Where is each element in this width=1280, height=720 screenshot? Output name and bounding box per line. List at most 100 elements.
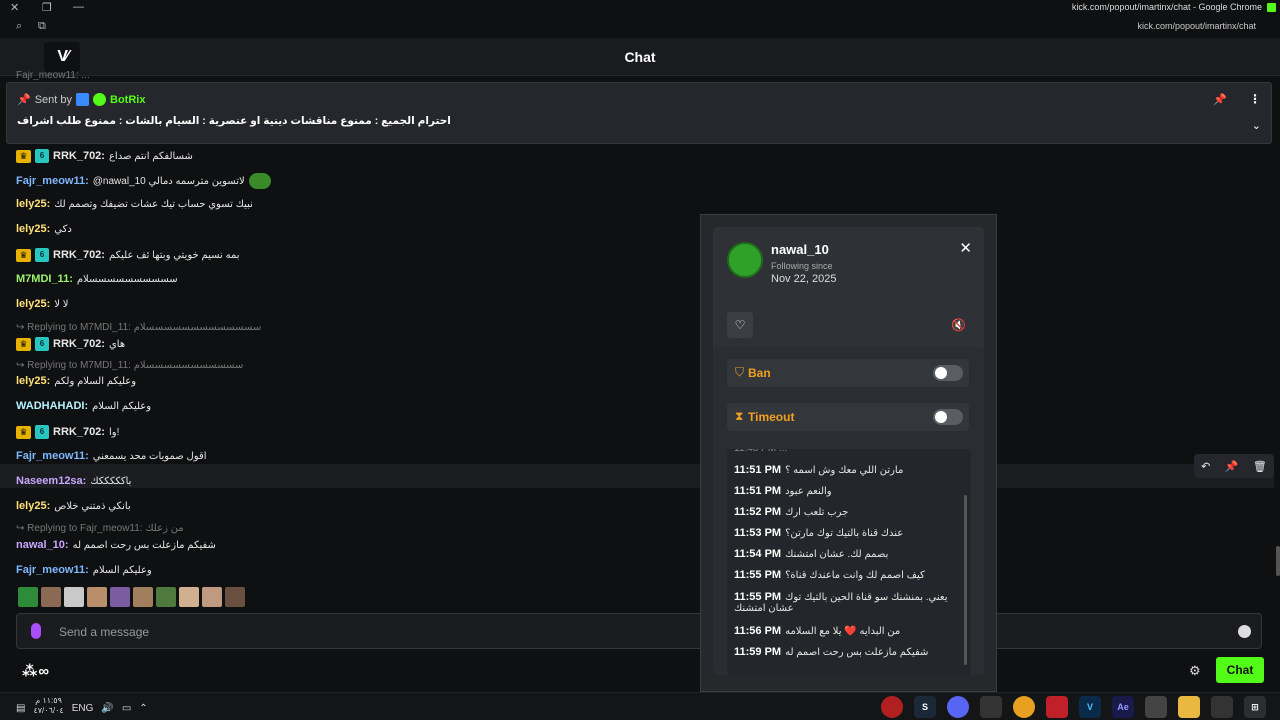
- more-options-icon[interactable]: ⋮: [1249, 92, 1261, 106]
- chat-message[interactable]: Fajr_meow11: @nawal_10 لاتسوين مترسمه دما…: [16, 173, 271, 189]
- emote-face-1[interactable]: [41, 587, 61, 607]
- chat-message[interactable]: ♛ 6 RRK_702: وا!: [16, 425, 119, 439]
- chat-message[interactable]: ♛ 6 RRK_702: شسالفكم انتم صداع: [16, 149, 193, 163]
- clock-date: ٤٧/٠٦/٠٤: [33, 706, 64, 715]
- chevron-up-icon[interactable]: ⌃: [139, 703, 147, 714]
- notification-icon[interactable]: ▤: [16, 703, 25, 714]
- chat-message[interactable]: ♛ 6 RRK_702: بمه نسيم خويتي وبتها ئف عليكم: [16, 248, 240, 262]
- browser-titlebar: ✕ ❐ — kick.com/popout/imartinx/chat - Go…: [0, 0, 1280, 16]
- emote-face-6[interactable]: [179, 587, 199, 607]
- chat-username[interactable]: nawal_10:: [16, 539, 69, 551]
- folder-icon[interactable]: [1178, 696, 1200, 718]
- close-window-icon[interactable]: ✕: [10, 1, 19, 14]
- chat-message[interactable]: WADHAHADI: وعليكم السلام: [16, 400, 151, 412]
- chat-username[interactable]: Fajr_meow11:: [16, 564, 89, 576]
- follow-heart-icon[interactable]: ♡: [727, 312, 753, 338]
- chat-username[interactable]: RRK_702:: [53, 426, 105, 438]
- send-chat-button[interactable]: Chat: [1216, 657, 1264, 683]
- emote-pepe[interactable]: [18, 587, 38, 607]
- emote-cat[interactable]: [64, 587, 84, 607]
- reply-context[interactable]: ↪ Replying to Fajr_meow11: من زعلك: [16, 523, 184, 534]
- chat-message[interactable]: nawal_10: شفيكم مازعلت بس رحت اصمم له: [16, 539, 216, 551]
- mic-icon[interactable]: [31, 623, 41, 639]
- chat-username[interactable]: lely25:: [16, 500, 50, 512]
- chat-username[interactable]: Fajr_meow11:: [16, 175, 89, 187]
- chat-message[interactable]: lely25: وعليكم السلام ولكم: [16, 375, 136, 387]
- chat-message[interactable]: Fajr_meow11: وعليكم السلام: [16, 564, 152, 576]
- close-icon[interactable]: ✕: [959, 239, 972, 257]
- chat-username[interactable]: RRK_702:: [53, 249, 105, 261]
- chrome-icon[interactable]: [1013, 696, 1035, 718]
- chat-username[interactable]: lely25:: [16, 223, 50, 235]
- restore-window-icon[interactable]: ❐: [42, 1, 52, 14]
- kick-points-icon[interactable]: ⁂∞: [22, 662, 50, 680]
- chat-username[interactable]: lely25:: [16, 298, 50, 310]
- emote-face-4[interactable]: [133, 587, 153, 607]
- timeout-row: ⧗ Timeout: [727, 403, 969, 431]
- chat-username[interactable]: M7MDI_11:: [16, 273, 73, 285]
- avatar[interactable]: [727, 242, 763, 278]
- network-icon[interactable]: ▭: [122, 703, 131, 714]
- chat-message[interactable]: Fajr_meow11: اقول صمويات محد يسمعني: [16, 450, 207, 462]
- v-app-icon[interactable]: V: [1079, 696, 1101, 718]
- store-icon[interactable]: [1145, 696, 1167, 718]
- chat-username[interactable]: lely25:: [16, 198, 50, 210]
- chat-message[interactable]: M7MDI_11: سسسسسسسسسسلام: [16, 273, 178, 285]
- history-scrollbar[interactable]: [964, 495, 967, 665]
- history-message: 11:51 PM والنعم عبود: [734, 485, 832, 497]
- pin-message-icon[interactable]: 📌: [1225, 460, 1239, 473]
- pinned-message[interactable]: 📌 Sent by BotRix احترام الجميع : ممنوع م…: [6, 82, 1272, 144]
- chat-message[interactable]: lely25: لا لا: [16, 298, 68, 310]
- chat-text: وا!: [108, 426, 120, 438]
- timeout-toggle[interactable]: [933, 409, 963, 425]
- url-text[interactable]: kick.com/popout/imartinx/chat: [1137, 21, 1256, 31]
- emote-face-3[interactable]: [110, 587, 130, 607]
- reply-icon[interactable]: ↶: [1201, 460, 1210, 473]
- app-icon-2[interactable]: [980, 696, 1002, 718]
- clock[interactable]: ١١:٥٩ م ٤٧/٠٦/٠٤: [33, 696, 63, 716]
- gear-icon[interactable]: ⚙: [1189, 663, 1201, 679]
- unpin-icon[interactable]: 📌: [1213, 93, 1227, 106]
- message-input[interactable]: [59, 622, 1209, 642]
- steam-icon[interactable]: S: [914, 696, 936, 718]
- minimize-window-icon[interactable]: —: [73, 1, 84, 13]
- emote-face-2[interactable]: [87, 587, 107, 607]
- reply-context[interactable]: ↪ Replying to M7MDI_11: سسسسسسسسسسسلام: [16, 360, 243, 371]
- volume-icon[interactable]: 🔊: [101, 703, 113, 714]
- after-effects-icon[interactable]: Ae: [1112, 696, 1134, 718]
- chat-username[interactable]: RRK_702:: [53, 338, 105, 350]
- chat-username[interactable]: Naseem12sa:: [16, 475, 86, 487]
- chat-message[interactable]: Naseem12sa: باكككككك: [16, 475, 131, 487]
- crown-badge-icon: ♛: [16, 425, 31, 439]
- reply-context[interactable]: ↪ Replying to M7MDI_11: سسسسسسسسسسسسسلام: [16, 322, 261, 333]
- app-icon-3[interactable]: [1046, 696, 1068, 718]
- emote-face-5[interactable]: [156, 587, 176, 607]
- language-indicator[interactable]: ENG: [72, 703, 94, 714]
- search-icon[interactable]: ⌕: [16, 20, 22, 33]
- window-title: kick.com/popout/imartinx/chat - Google C…: [1071, 2, 1262, 12]
- chat-scrollbar[interactable]: [1276, 546, 1280, 576]
- emote-face-8[interactable]: [225, 587, 245, 607]
- app-icon-4[interactable]: [1211, 696, 1233, 718]
- chat-message[interactable]: lely25: بانكي ذمتني خلاص: [16, 500, 131, 512]
- history-message: 11:52 PM جرب تلعب ارك: [734, 506, 848, 518]
- chat-message[interactable]: lely25: نبيك تسوي حساب تيك عشات تضيفك وتص…: [16, 198, 253, 210]
- chat-username[interactable]: RRK_702:: [53, 150, 105, 162]
- translate-icon[interactable]: ⧉: [38, 20, 46, 33]
- chat-message[interactable]: ♛ 6 RRK_702: هاي: [16, 337, 125, 351]
- ban-toggle[interactable]: [933, 365, 963, 381]
- chevron-down-icon[interactable]: ⌄: [1252, 119, 1261, 132]
- emoji-icon[interactable]: [1238, 625, 1251, 638]
- mute-icon[interactable]: 🔇: [951, 318, 966, 332]
- bot-name[interactable]: BotRix: [110, 94, 145, 106]
- windows-start-icon[interactable]: ⊞: [1244, 696, 1266, 718]
- chat-username[interactable]: WADHAHADI:: [16, 400, 88, 412]
- emote-face-7[interactable]: [202, 587, 222, 607]
- chat-message[interactable]: lely25: دكي: [16, 223, 72, 235]
- chat-username[interactable]: lely25:: [16, 375, 50, 387]
- card-username[interactable]: nawal_10: [771, 242, 829, 257]
- delete-icon[interactable]: 🗑: [1253, 460, 1267, 473]
- app-icon-1[interactable]: [881, 696, 903, 718]
- discord-icon[interactable]: [947, 696, 969, 718]
- chat-username[interactable]: Fajr_meow11:: [16, 450, 89, 462]
